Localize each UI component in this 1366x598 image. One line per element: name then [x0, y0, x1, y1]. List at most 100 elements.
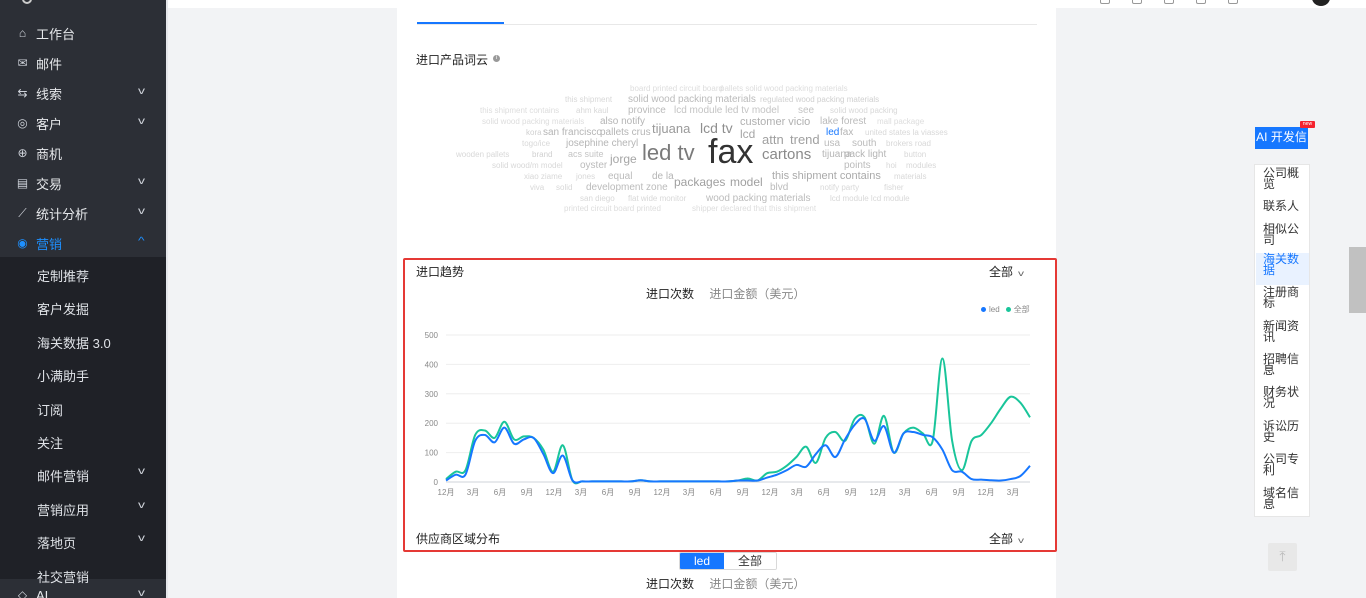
back-to-top-button[interactable]: ⤒	[1268, 543, 1297, 571]
wordcloud-word[interactable]: kora	[526, 128, 542, 137]
sidebar-item-deal[interactable]: ▤ 交易 v	[0, 168, 166, 198]
submenu-item[interactable]: 落地页 v	[0, 525, 166, 555]
submenu-item[interactable]: 关注	[0, 425, 166, 455]
wordcloud-word[interactable]: solid wood/m model	[492, 161, 563, 170]
wordcloud-word[interactable]: de la	[652, 171, 674, 182]
wordcloud-word[interactable]: pallets crus	[600, 127, 651, 138]
wordcloud-word[interactable]: development zone	[586, 182, 668, 193]
settings-icon[interactable]	[1228, 0, 1238, 4]
wordcloud-word[interactable]: this shipment	[565, 95, 612, 104]
wordcloud-word[interactable]: also notify	[600, 116, 645, 127]
wordcloud-word[interactable]: packages	[674, 175, 725, 189]
wordcloud-word[interactable]: south	[852, 138, 876, 149]
help-icon[interactable]	[1100, 0, 1110, 4]
tab-import-amount[interactable]: 进口金额（美元）	[709, 287, 805, 301]
wordcloud-word[interactable]: notify party	[820, 183, 859, 192]
sidebar-item-chart[interactable]: ⟋ 统计分析 v	[0, 198, 166, 228]
anchor-item[interactable]: 公司概览	[1263, 167, 1307, 190]
wordcloud-word[interactable]: equal	[608, 171, 632, 182]
wordcloud-word[interactable]: solid wood packing materials	[628, 94, 756, 105]
wordcloud-word[interactable]: pack light	[844, 149, 886, 160]
legend-item-all[interactable]: 全部	[1005, 304, 1030, 315]
wordcloud-word[interactable]: shipper declared that this shipment	[692, 204, 816, 213]
wordcloud-word[interactable]: hoi	[886, 161, 897, 170]
wordcloud-word[interactable]: wood packing materials	[706, 193, 811, 204]
wordcloud-word[interactable]: blvd	[770, 182, 788, 193]
submenu-item[interactable]: 营销应用 v	[0, 492, 166, 522]
wordcloud-word[interactable]: this shipment contains	[772, 170, 881, 182]
wordcloud-word[interactable]: this shipment contains	[480, 106, 559, 115]
wordcloud-word[interactable]: ahm kaul	[576, 106, 608, 115]
wordcloud-word[interactable]: togo/ice	[522, 139, 550, 148]
wordcloud-word[interactable]: printed circuit board printed	[564, 204, 661, 213]
wordcloud-word[interactable]: san francisco	[543, 127, 602, 138]
wordcloud-word[interactable]: josephine cheryl	[566, 138, 638, 149]
segment-led[interactable]: led	[680, 553, 725, 569]
series-line-all[interactable]	[445, 357, 1031, 485]
wordcloud-word[interactable]: mall package	[877, 117, 924, 126]
submenu-item[interactable]: 海关数据 3.0	[0, 325, 166, 355]
wordcloud-word[interactable]: san diego	[580, 194, 615, 203]
notification-icon[interactable]	[1196, 0, 1206, 4]
wordcloud-word[interactable]: fisher	[884, 183, 904, 192]
wordcloud-word[interactable]: trend	[790, 132, 820, 147]
anchor-item[interactable]: 域名信息	[1263, 487, 1307, 510]
legend-item-led[interactable]: led	[981, 305, 1000, 314]
wordcloud-word[interactable]: modules	[906, 161, 936, 170]
anchor-item[interactable]: 诉讼历史	[1263, 420, 1307, 443]
sidebar-item-marketing[interactable]: ◉ 营销 ^	[0, 228, 166, 258]
wordcloud-word[interactable]: oyster	[580, 160, 607, 171]
supplier-filter-select[interactable]: 全部 v	[989, 530, 1024, 547]
wordcloud-word[interactable]: province	[628, 105, 666, 116]
settings-icon[interactable]	[22, 0, 32, 4]
wordcloud-word[interactable]: cartons	[762, 146, 811, 163]
sidebar-item-leads[interactable]: ⇆ 线索 v	[0, 78, 166, 108]
anchor-item[interactable]: 注册商标	[1263, 286, 1307, 309]
ai-writer-button[interactable]: AI 开发信	[1255, 127, 1308, 149]
wordcloud-word[interactable]: acs suite	[568, 149, 604, 159]
tab-import-count[interactable]: 进口次数	[646, 577, 694, 591]
anchor-item[interactable]: 新闻资讯	[1263, 320, 1307, 343]
page-scrollbar-thumb[interactable]	[1349, 247, 1366, 313]
wordcloud-word[interactable]: viva	[530, 183, 544, 192]
wordcloud-word[interactable]: see	[798, 105, 814, 116]
sidebar-item-home[interactable]: ⌂ 工作台	[0, 18, 166, 48]
sidebar-item-opportunity[interactable]: ⊕ 商机	[0, 138, 166, 168]
submenu-item[interactable]: 定制推荐	[0, 258, 166, 288]
wordcloud-word[interactable]: solid wood packing	[830, 106, 898, 115]
anchor-item[interactable]: 联系人	[1263, 200, 1307, 212]
wordcloud-word[interactable]: pallets solid wood packing materials	[720, 84, 848, 93]
wordcloud-word[interactable]: model	[730, 175, 763, 189]
wordcloud-word[interactable]: solid	[556, 183, 572, 192]
anchor-item[interactable]: 招聘信息	[1263, 353, 1307, 376]
anchor-item[interactable]: 海关数据	[1263, 253, 1307, 276]
wordcloud-word[interactable]: brand	[532, 150, 552, 159]
anchor-item[interactable]: 公司专利	[1263, 453, 1307, 476]
sidebar-item-ai[interactable]: ◇ AI v	[0, 580, 166, 598]
wordcloud-word[interactable]: flat wide monitor	[628, 194, 686, 203]
sidebar-item-mail[interactable]: ✉ 邮件	[0, 48, 166, 78]
submenu-item[interactable]: 客户发掘	[0, 291, 166, 321]
submenu-item[interactable]: 订阅	[0, 392, 166, 422]
wordcloud-word[interactable]: wooden pallets	[456, 150, 509, 159]
anchor-item[interactable]: 相似公司	[1263, 223, 1307, 246]
wordcloud-word[interactable]: xiao ziame	[524, 172, 562, 181]
wordcloud-word[interactable]: tijuana	[652, 121, 690, 136]
message-icon[interactable]	[1132, 0, 1142, 4]
wordcloud-word[interactable]: united states la viasses	[865, 128, 948, 137]
submenu-item[interactable]: 邮件营销 v	[0, 458, 166, 488]
anchor-item[interactable]: 财务状况	[1263, 386, 1307, 409]
wordcloud-word[interactable]: brokers road	[886, 139, 931, 148]
wordcloud-word[interactable]: button	[904, 150, 926, 159]
wordcloud-word[interactable]: led	[826, 127, 839, 138]
info-icon[interactable]: i	[493, 55, 500, 62]
wordcloud-word[interactable]: lake forest	[820, 116, 866, 127]
wordcloud-word[interactable]: led tv	[642, 140, 695, 166]
task-icon[interactable]	[1164, 0, 1174, 4]
wordcloud-word[interactable]: materials	[894, 172, 926, 181]
wordcloud-word[interactable]: lcd module led tv model	[674, 105, 779, 116]
segment-all[interactable]: 全部	[724, 553, 777, 569]
wordcloud-word[interactable]: attn	[762, 132, 784, 147]
submenu-item[interactable]: 小满助手	[0, 358, 166, 388]
wordcloud-word[interactable]: jones	[576, 172, 595, 181]
